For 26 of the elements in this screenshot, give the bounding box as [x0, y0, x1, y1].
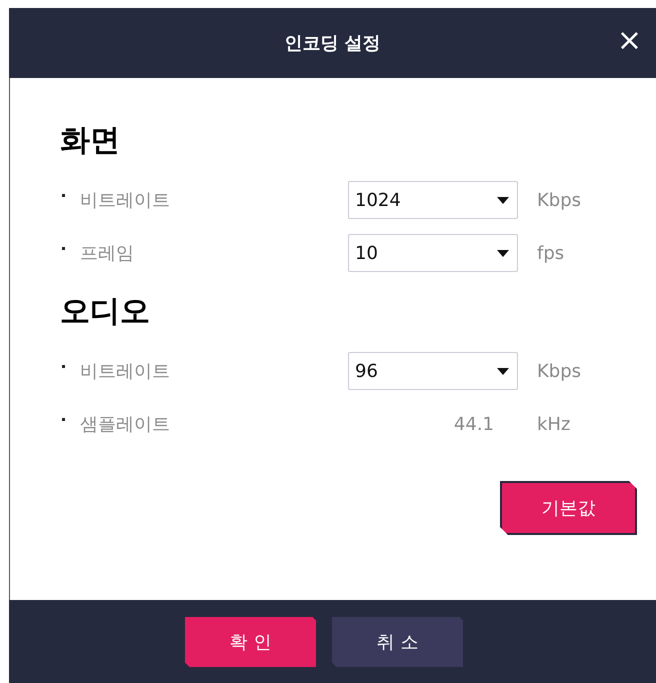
cancel-button[interactable]: 취 소 — [330, 614, 465, 668]
caret-icon — [497, 368, 509, 374]
window-title: 인코딩 설정 — [284, 32, 381, 55]
dropdown[interactable]: 1024 — [348, 181, 518, 219]
confirm-button[interactable]: 확 인 — [183, 614, 318, 668]
dropdown[interactable]: 96 — [348, 352, 518, 390]
unit-label: fps — [537, 242, 564, 264]
section-heading: 화면 — [60, 122, 121, 160]
bullet-icon — [62, 364, 65, 368]
field-label: 프레임 — [80, 242, 135, 265]
dropdown[interactable]: 10 — [348, 234, 518, 272]
section-heading: 오디오 — [60, 293, 151, 331]
unit-label: kHz — [537, 414, 570, 434]
close-button[interactable]: × — [616, 26, 642, 56]
bullet-icon — [62, 246, 65, 250]
bullet-icon — [62, 194, 65, 196]
field-label: 비트레이트 — [80, 360, 171, 383]
field-label: 샘플레이트 — [80, 413, 171, 436]
bullet-icon — [62, 418, 65, 420]
default-button[interactable]: 기본값 — [500, 481, 637, 535]
unit-label: Kbps — [537, 360, 582, 382]
unit-label: Kbps — [537, 190, 582, 210]
field-value: 44.1 — [452, 414, 495, 434]
caret-icon — [497, 250, 509, 256]
caret-icon — [497, 196, 509, 204]
field-label: 비트레이트 — [80, 189, 171, 212]
